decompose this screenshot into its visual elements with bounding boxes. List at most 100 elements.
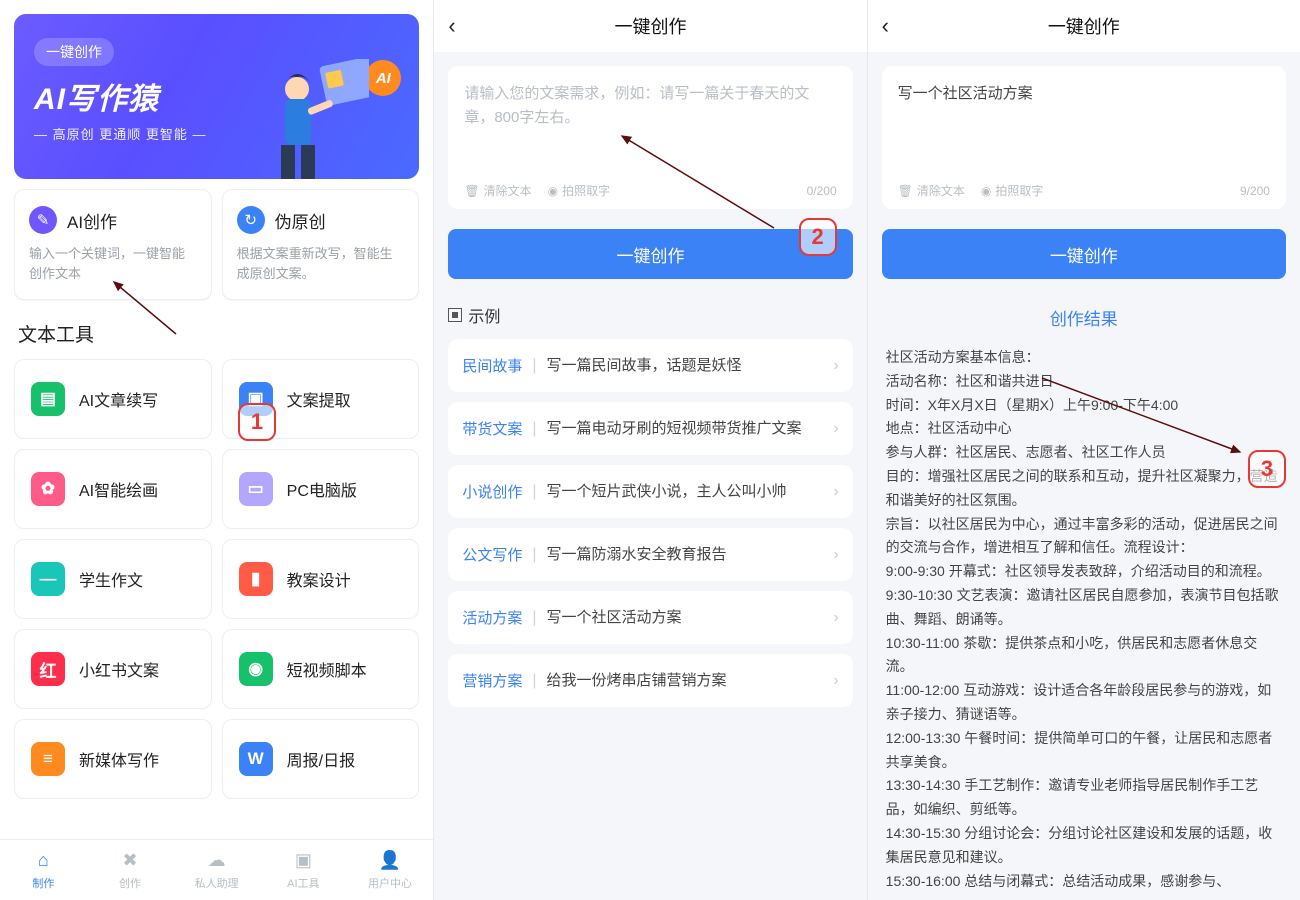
result-heading: 创作结果	[868, 305, 1300, 330]
create-button[interactable]: 一键创作	[882, 229, 1286, 279]
prompt-textarea[interactable]	[464, 82, 836, 174]
tool-label: AI文章续写	[79, 387, 158, 411]
example-text: 写一篇电动牙刷的短视频带货推广文案	[547, 418, 824, 439]
tool-item[interactable]: ◉ 短视频脚本	[222, 629, 420, 709]
tab-icon: 👤	[379, 850, 401, 871]
example-tag: 带货文案	[462, 418, 522, 439]
tool-label: PC电脑版	[287, 477, 357, 501]
hero-pill: 一键创作	[34, 38, 114, 66]
tool-item[interactable]: ▮ 教案设计	[222, 539, 420, 619]
tool-item[interactable]: W 周报/日报	[222, 719, 420, 799]
card-rewrite[interactable]: ↻ 伪原创 根据文案重新改写，智能生成原创文案。	[222, 189, 420, 300]
tool-icon: ▮	[239, 562, 273, 596]
topbar: ‹ 一键创作	[868, 0, 1300, 52]
refresh-icon: ↻	[237, 206, 265, 234]
card-title: AI创作	[67, 208, 117, 233]
result-body: 社区活动方案基本信息：活动名称：社区和谐共进日时间：X年X月X日（星期X）上午9…	[868, 346, 1300, 893]
illustration-person-icon	[259, 59, 369, 179]
tab-label: 创作	[119, 875, 141, 891]
tool-icon: —	[31, 562, 65, 596]
char-count: 0/200	[807, 184, 837, 198]
example-tag: 活动方案	[462, 607, 522, 628]
tool-icon: ▣	[239, 382, 273, 416]
example-text: 写一个短片武侠小说，主人公叫小帅	[547, 481, 824, 502]
example-tag: 营销方案	[462, 670, 522, 691]
chevron-right-icon: ›	[833, 546, 838, 564]
tool-item[interactable]: ✿ AI智能绘画	[14, 449, 212, 529]
tab-AI工具[interactable]: ▣AI工具	[260, 840, 347, 900]
example-tag: 小说创作	[462, 481, 522, 502]
bottom-tabbar: ⌂ 制作 ✖ 创作 ☁私人助理▣AI工具 👤 用户中心	[0, 840, 433, 900]
example-item[interactable]: 带货文案|写一篇电动牙刷的短视频带货推广文案›	[448, 402, 852, 455]
card-desc: 根据文案重新改写，智能生成原创文案。	[237, 244, 405, 283]
tool-label: AI智能绘画	[79, 477, 158, 501]
tool-label: 文案提取	[287, 387, 351, 411]
tab-私人助理[interactable]: ☁私人助理	[173, 840, 260, 900]
char-count: 9/200	[1240, 184, 1270, 198]
tab-制作[interactable]: ⌂ 制作	[0, 840, 87, 900]
square-icon	[448, 308, 462, 322]
tool-icon: ✿	[31, 472, 65, 506]
prompt-input-card: 🗑 清除文本 ◉ 拍照取字 0/200	[448, 66, 852, 209]
card-title: 伪原创	[275, 208, 326, 233]
tool-icon: W	[239, 742, 273, 776]
hero-banner[interactable]: 一键创作 AI写作猿 — 高原创 更通顺 更智能 — AI	[14, 14, 419, 179]
tab-icon: ☁	[208, 850, 226, 871]
card-desc: 输入一个关键词，一键智能创作文本	[29, 244, 197, 283]
example-text: 写一个社区活动方案	[547, 607, 824, 628]
back-icon[interactable]: ‹	[882, 13, 889, 39]
tool-item[interactable]: — 学生作文	[14, 539, 212, 619]
tab-用户中心[interactable]: 👤 用户中心	[347, 840, 434, 900]
tool-label: 周报/日报	[287, 747, 355, 771]
chevron-right-icon: ›	[833, 483, 838, 501]
tab-label: 制作	[32, 875, 54, 891]
example-tag: 民间故事	[462, 355, 522, 376]
tab-label: AI工具	[287, 875, 319, 891]
prompt-textarea[interactable]	[898, 82, 1270, 174]
tool-item[interactable]: ▭ PC电脑版	[222, 449, 420, 529]
chevron-right-icon: ›	[833, 420, 838, 438]
tool-item[interactable]: ≡ 新媒体写作	[14, 719, 212, 799]
pencil-icon: ✎	[29, 206, 57, 234]
tool-icon: ▭	[239, 472, 273, 506]
clear-text-button[interactable]: 🗑 清除文本	[898, 182, 965, 199]
example-item[interactable]: 小说创作|写一个短片武侠小说，主人公叫小帅›	[448, 465, 852, 518]
tool-icon: ≡	[31, 742, 65, 776]
example-text: 给我一份烤串店铺营销方案	[547, 670, 824, 691]
tool-label: 小红书文案	[79, 657, 159, 681]
example-item[interactable]: 营销方案|给我一份烤串店铺营销方案›	[448, 654, 852, 707]
example-text: 写一篇民间故事，话题是妖怪	[547, 355, 824, 376]
topbar: ‹ 一键创作	[434, 0, 866, 52]
chevron-right-icon: ›	[833, 672, 838, 690]
tool-icon: ◉	[239, 652, 273, 686]
example-text: 写一篇防溺水安全教育报告	[547, 544, 824, 565]
page-title: 一键创作	[1048, 13, 1120, 39]
tab-icon: ⌂	[38, 850, 49, 871]
photo-ocr-button[interactable]: ◉ 拍照取字	[981, 182, 1044, 199]
chevron-right-icon: ›	[833, 357, 838, 375]
back-icon[interactable]: ‹	[448, 13, 455, 39]
tool-label: 教案设计	[287, 567, 351, 591]
tool-icon: ▤	[31, 382, 65, 416]
tab-创作[interactable]: ✖ 创作	[87, 840, 174, 900]
tool-item[interactable]: ▣ 文案提取	[222, 359, 420, 439]
tool-item[interactable]: 红小红书文案	[14, 629, 212, 709]
card-ai-create[interactable]: ✎ AI创作 输入一个关键词，一键智能创作文本	[14, 189, 212, 300]
page-title: 一键创作	[614, 13, 686, 39]
photo-ocr-button[interactable]: ◉ 拍照取字	[548, 182, 611, 199]
tab-icon: ✖	[122, 850, 137, 871]
tab-label: 用户中心	[368, 875, 412, 891]
example-tag: 公文写作	[462, 544, 522, 565]
tool-label: 短视频脚本	[287, 657, 367, 681]
chevron-right-icon: ›	[833, 609, 838, 627]
tool-item[interactable]: ▤ AI文章续写	[14, 359, 212, 439]
prompt-input-card: 🗑 清除文本 ◉ 拍照取字 9/200	[882, 66, 1286, 209]
create-button[interactable]: 一键创作	[448, 229, 852, 279]
example-item[interactable]: 民间故事|写一篇民间故事，话题是妖怪›	[448, 339, 852, 392]
examples-heading: 示例	[448, 303, 852, 327]
tool-label: 新媒体写作	[79, 747, 159, 771]
tool-label: 学生作文	[79, 567, 143, 591]
example-item[interactable]: 公文写作|写一篇防溺水安全教育报告›	[448, 528, 852, 581]
example-item[interactable]: 活动方案|写一个社区活动方案›	[448, 591, 852, 644]
clear-text-button[interactable]: 🗑 清除文本	[464, 182, 531, 199]
